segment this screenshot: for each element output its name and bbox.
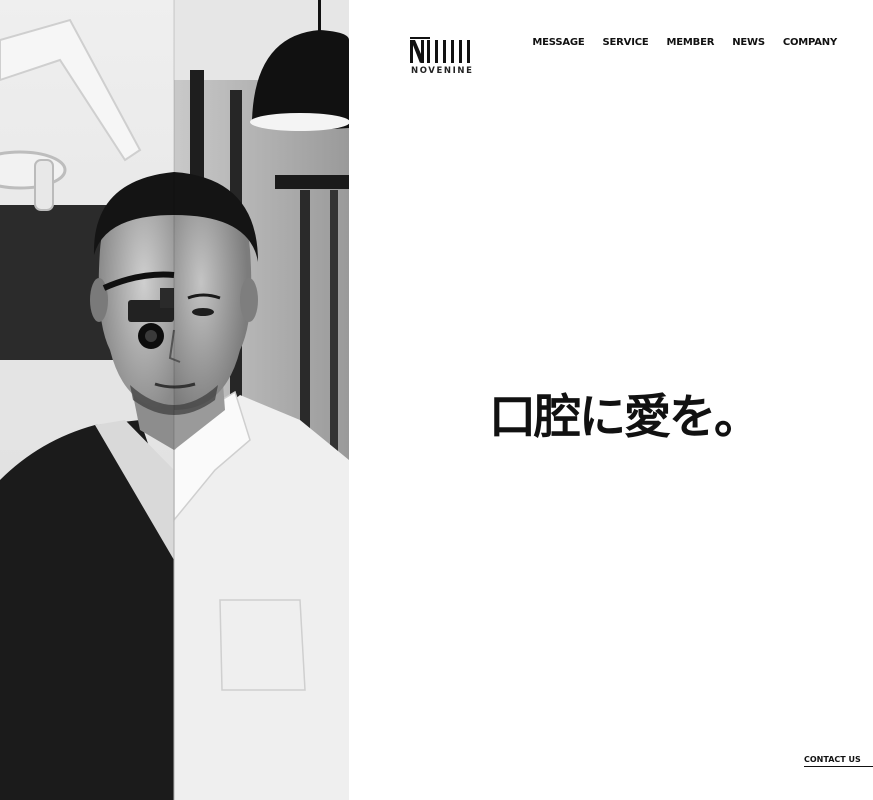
contact-us-link[interactable]: CONTACT US: [804, 755, 873, 767]
page: NOVENINE MESSAGE SERVICE MEMBER NEWS COM…: [0, 0, 873, 800]
brand-logo-text: NOVENINE: [411, 66, 474, 76]
brand-logo[interactable]: NOVENINE: [410, 37, 476, 79]
nav-item-service[interactable]: SERVICE: [603, 37, 649, 48]
nav-item-company[interactable]: COMPANY: [783, 37, 837, 48]
nav-item-member[interactable]: MEMBER: [667, 37, 715, 48]
hero-portrait-image: [0, 0, 349, 800]
nav-item-message[interactable]: MESSAGE: [532, 37, 584, 48]
novenine-logo-icon: [410, 37, 470, 63]
global-nav: MESSAGE SERVICE MEMBER NEWS COMPANY: [532, 37, 837, 48]
hero-photo: [0, 0, 349, 800]
hero-catchphrase: 口腔に愛を。: [489, 390, 761, 445]
nav-item-news[interactable]: NEWS: [732, 37, 765, 48]
